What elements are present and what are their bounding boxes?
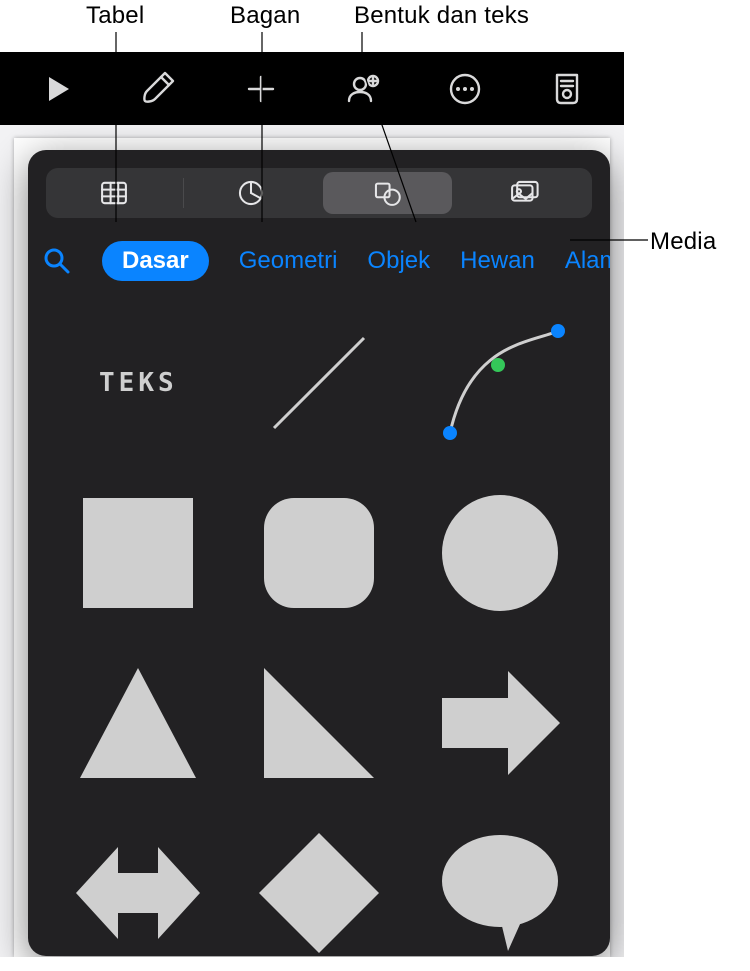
shape-arrow-bidirectional[interactable] (63, 818, 213, 956)
shape-text[interactable]: TEKS (63, 308, 213, 458)
app-surface: Dasar Geometri Objek Hewan Alam TEKS (0, 52, 624, 957)
shapes-grid: TEKS (28, 298, 610, 956)
shape-triangle[interactable] (63, 648, 213, 798)
callout-table-label: Tabel (86, 2, 144, 30)
pie-chart-icon (234, 176, 268, 210)
category-dasar[interactable]: Dasar (102, 241, 209, 281)
shape-square[interactable] (63, 478, 213, 628)
callout-shapes-label: Bentuk dan teks (354, 2, 529, 30)
tab-tables[interactable] (46, 168, 183, 218)
tab-shapes[interactable] (323, 172, 452, 214)
shapes-icon (370, 176, 404, 210)
shape-bezier-curve[interactable] (425, 308, 575, 458)
shape-category-row: Dasar Geometri Objek Hewan Alam (28, 238, 610, 284)
tab-media[interactable] (456, 168, 593, 218)
category-alam[interactable]: Alam (565, 247, 610, 275)
category-hewan[interactable]: Hewan (460, 247, 535, 275)
insert-popover: Dasar Geometri Objek Hewan Alam TEKS (28, 150, 610, 956)
insert-button[interactable] (231, 59, 291, 119)
shape-speech-bubble[interactable] (425, 818, 575, 956)
collaborate-button[interactable] (333, 59, 393, 119)
shape-arrow-right[interactable] (425, 648, 575, 798)
presenter-notes-button[interactable] (537, 59, 597, 119)
shape-right-triangle[interactable] (244, 648, 394, 798)
main-toolbar (0, 52, 624, 125)
tab-charts[interactable] (183, 168, 320, 218)
play-button[interactable] (27, 59, 87, 119)
shape-circle[interactable] (425, 478, 575, 628)
callout-media-label: Media (650, 228, 716, 256)
shape-diamond[interactable] (244, 818, 394, 956)
shape-rounded-square[interactable] (244, 478, 394, 628)
search-icon (42, 246, 72, 276)
category-objek[interactable]: Objek (367, 247, 430, 275)
format-brush-button[interactable] (129, 59, 189, 119)
insert-type-segmented (46, 168, 592, 218)
media-icon (507, 176, 541, 210)
search-shapes-button[interactable] (42, 246, 72, 276)
category-geometri[interactable]: Geometri (239, 247, 338, 275)
more-button[interactable] (435, 59, 495, 119)
text-placeholder-label: TEKS (99, 368, 178, 398)
shape-line[interactable] (244, 308, 394, 458)
table-icon (97, 176, 131, 210)
callout-chart-label: Bagan (230, 2, 300, 30)
